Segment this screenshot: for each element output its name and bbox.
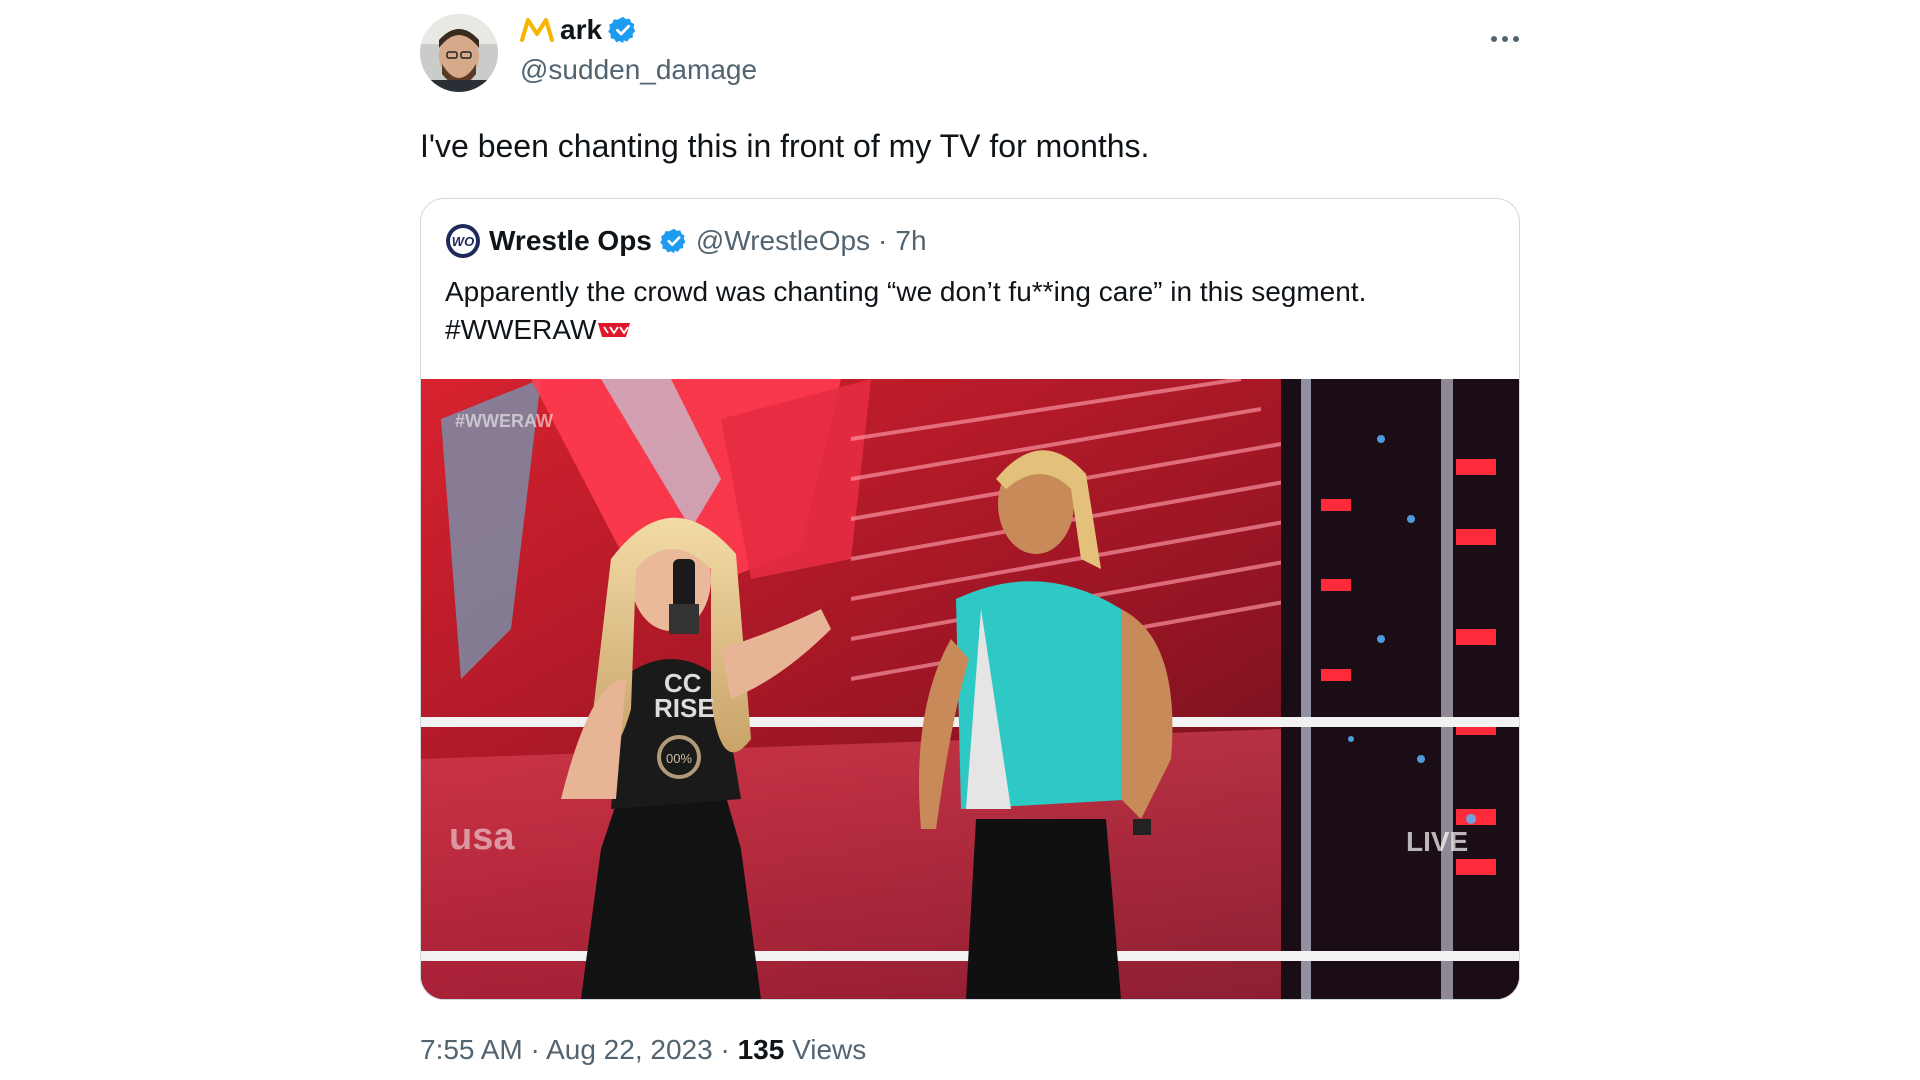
views-label: Views: [792, 1034, 867, 1065]
quoted-tweet[interactable]: WO Wrestle Ops @WrestleOps · 7h Apparent…: [420, 198, 1520, 1000]
author-avatar[interactable]: [420, 14, 498, 92]
media-watermark: #WWERAW: [455, 411, 553, 431]
verified-badge-icon: [608, 15, 638, 45]
more-horizontal-icon[interactable]: [1490, 18, 1520, 52]
quoted-tweet-line: Apparently the crowd was chanting “we do…: [445, 276, 1367, 307]
live-bug: LIVE: [1406, 826, 1468, 857]
svg-text:WO: WO: [452, 234, 474, 249]
tweet-date[interactable]: Aug 22, 2023: [546, 1034, 713, 1065]
tweet: ark @sudden_damage I've been chanting th…: [420, 0, 1520, 1080]
quoted-tweet-hashtag-line: #WWERAW: [445, 311, 1485, 351]
dot-separator: ·: [530, 1034, 540, 1065]
tweet-time[interactable]: 7:55 AM: [420, 1034, 523, 1065]
quoted-tweet-age[interactable]: 7h: [895, 225, 926, 257]
quoted-tweet-header: WO Wrestle Ops @WrestleOps · 7h: [445, 223, 927, 259]
quoted-author-name[interactable]: Wrestle Ops: [489, 225, 652, 257]
author-name-row[interactable]: ark: [520, 14, 638, 46]
m-logo-icon: [520, 16, 554, 44]
quoted-author-avatar[interactable]: WO: [445, 223, 481, 259]
belt-text: 00%: [666, 751, 692, 766]
network-logo: usa: [449, 816, 515, 858]
dot-separator: ·: [878, 225, 888, 256]
hashtag-link[interactable]: #WWERAW: [445, 314, 596, 345]
tweet-text: I've been chanting this in front of my T…: [420, 128, 1150, 164]
tweet-meta-row: 7:55 AM · Aug 22, 2023 · 135 Views: [420, 1034, 866, 1066]
quoted-tweet-text: Apparently the crowd was chanting “we do…: [445, 273, 1485, 351]
verified-badge-icon: [660, 227, 688, 255]
quoted-tweet-media[interactable]: CC RISE 00% #WWERAW usa LIVE: [421, 379, 1519, 999]
author-handle[interactable]: @sudden_damage: [520, 54, 757, 86]
quoted-author-handle[interactable]: @WrestleOps: [696, 225, 870, 257]
dot-separator: ·: [720, 1034, 730, 1065]
author-name[interactable]: ark: [560, 14, 602, 46]
shirt-text-2: RISE: [654, 693, 715, 723]
raw-logo-icon: [596, 313, 632, 351]
views-count: 135: [737, 1034, 785, 1065]
